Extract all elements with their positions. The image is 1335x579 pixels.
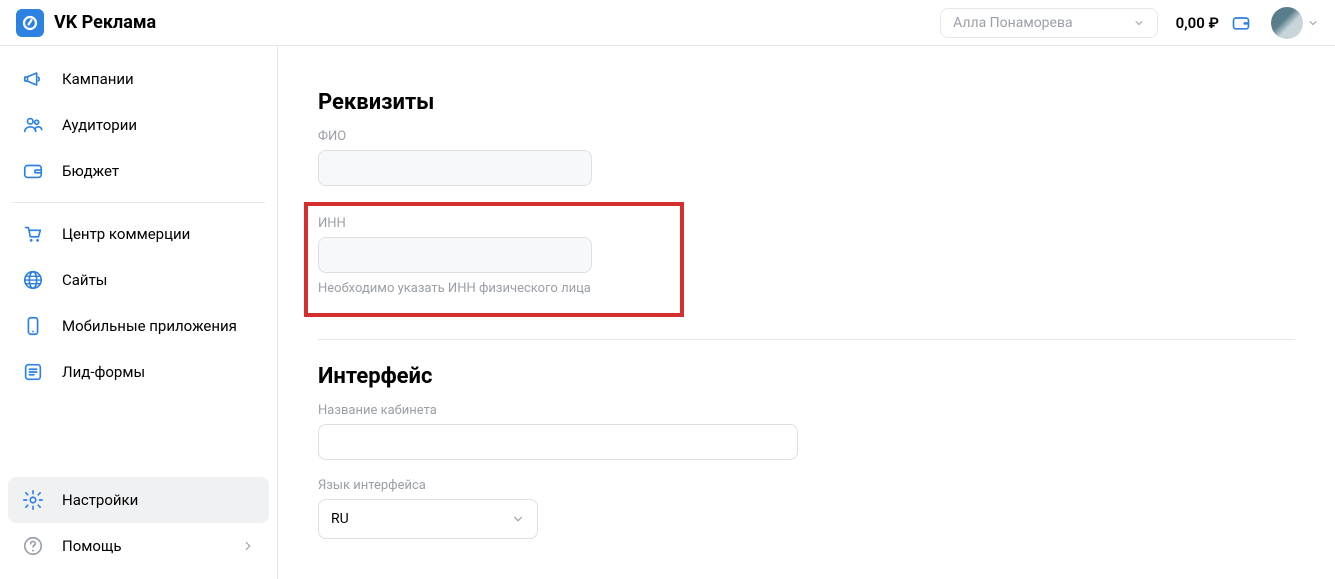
balance-value: 0,00 ₽ [1176,14,1219,32]
chevron-down-icon [511,512,525,526]
inn-highlight-box: ИНН Необходимо указать ИНН физического л… [304,202,684,317]
sidebar-item-mobile[interactable]: Мобильные приложения [8,303,269,349]
header: VK Реклама Алла Понаморева 0,00 ₽ [0,0,1335,46]
avatar [1271,7,1303,39]
divider [318,339,1295,340]
main-content: Реквизиты ФИО ИНН Необходимо указать ИНН… [278,46,1335,579]
wallet-icon [22,160,44,182]
fio-input[interactable] [318,150,592,186]
sidebar-item-label: Аудитории [62,116,137,134]
inn-input[interactable] [318,237,592,273]
header-brand: VK Реклама [16,9,156,37]
gear-icon [22,489,44,511]
sidebar: Кампании Аудитории Бюджет Центр [0,46,278,579]
header-right: Алла Понаморева 0,00 ₽ [940,7,1319,39]
chevron-down-icon [1133,17,1145,29]
sidebar-item-leadforms[interactable]: Лид-формы [8,349,269,395]
inn-help-text: Необходимо указать ИНН физического лица [318,279,670,299]
cabinet-name-input[interactable] [318,424,798,460]
sidebar-item-settings[interactable]: Настройки [8,477,269,523]
wallet-icon[interactable] [1229,13,1253,33]
sidebar-item-budget[interactable]: Бюджет [8,148,269,194]
help-icon [22,535,44,557]
balance: 0,00 ₽ [1176,13,1253,33]
field-cabinet: Название кабинета [318,403,1295,460]
field-language: Язык интерфейса RU [318,478,1295,539]
field-label: Язык интерфейса [318,478,1295,493]
sidebar-item-label: Лид-формы [62,363,145,381]
sidebar-item-help[interactable]: Помощь [8,523,269,569]
chevron-down-icon [1307,17,1319,29]
language-value: RU [331,511,349,527]
sidebar-item-sites[interactable]: Сайты [8,257,269,303]
account-selector[interactable]: Алла Понаморева [940,8,1157,38]
sidebar-item-label: Центр коммерции [62,225,190,243]
chevron-right-icon [241,539,255,553]
sidebar-item-label: Кампании [62,70,134,88]
divider [12,202,265,203]
app-name: VK Реклама [54,12,156,33]
form-icon [22,361,44,383]
sidebar-item-label: Помощь [62,537,122,555]
sidebar-item-commerce[interactable]: Центр коммерции [8,211,269,257]
account-name: Алла Понаморева [953,15,1072,31]
sidebar-item-label: Мобильные приложения [62,317,237,335]
field-label: ИНН [318,216,670,231]
user-menu[interactable] [1271,7,1319,39]
globe-icon [22,269,44,291]
vk-logo-icon [16,9,44,37]
sidebar-item-label: Настройки [62,491,138,509]
megaphone-icon [22,68,44,90]
sidebar-item-label: Бюджет [62,162,119,180]
field-label: Название кабинета [318,403,1295,418]
language-select[interactable]: RU [318,499,538,539]
sidebar-item-campaigns[interactable]: Кампании [8,56,269,102]
section-title-requisites: Реквизиты [318,90,1295,115]
sidebar-item-audiences[interactable]: Аудитории [8,102,269,148]
mobile-icon [22,315,44,337]
sidebar-item-label: Сайты [62,271,107,289]
field-fio: ФИО [318,129,1295,186]
field-label: ФИО [318,129,1295,144]
section-title-interface: Интерфейс [318,364,1295,389]
cart-icon [22,223,44,245]
audience-icon [22,114,44,136]
